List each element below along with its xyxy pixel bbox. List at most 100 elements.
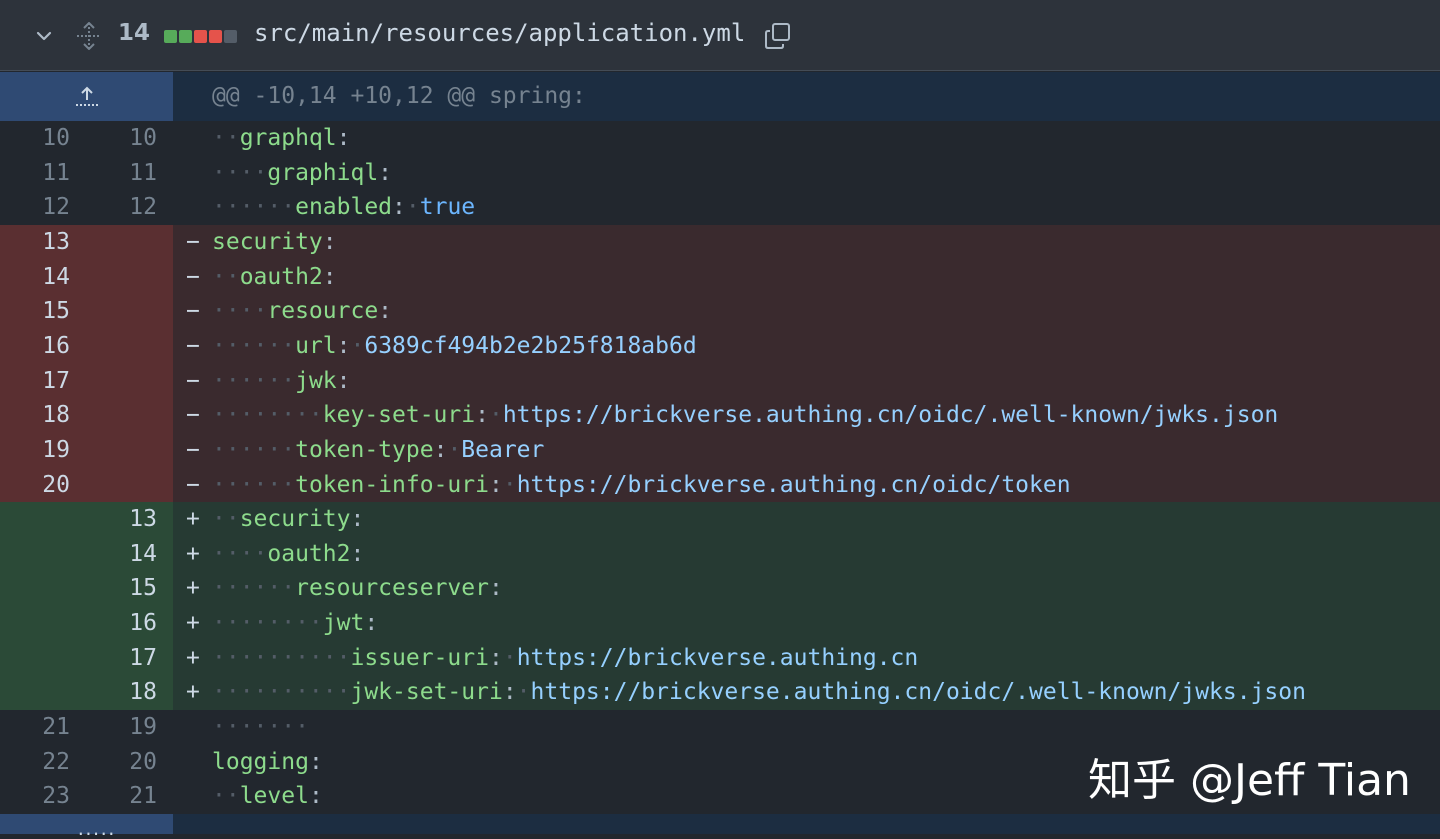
old-line-number[interactable] (0, 537, 70, 572)
new-line-number[interactable]: 11 (87, 156, 157, 191)
yaml-value: Bearer (461, 436, 545, 463)
indent-whitespace: ······ (212, 367, 296, 394)
added-line: 17 + ··········issuer-uri:·https://brickve… (0, 640, 1440, 676)
yaml-value: true (419, 194, 476, 221)
new-line-number[interactable]: 13 (87, 502, 157, 537)
deleted-line: 16 − ······url:·6389cf494b2e2b25f818ab6d (0, 328, 1440, 364)
code-text: ··security: (212, 502, 364, 537)
old-line-number[interactable]: 23 (0, 779, 70, 814)
hunk-header: @@ -10,14 +10,12 @@ spring: (0, 72, 1440, 121)
yaml-key: graphql (239, 125, 337, 151)
whitespace: · (516, 679, 531, 706)
whitespace: · (488, 402, 503, 429)
old-line-number[interactable]: 16 (0, 329, 70, 364)
yaml-colon: : (392, 194, 406, 221)
new-line-number[interactable] (87, 329, 157, 364)
code-text: ········jwt: (212, 606, 378, 641)
yaml-key: jwk (295, 367, 337, 394)
new-line-number[interactable]: 20 (87, 745, 157, 780)
old-line-number[interactable]: 13 (0, 225, 70, 260)
new-line-number[interactable]: 21 (87, 779, 157, 814)
old-line-number[interactable] (0, 641, 70, 676)
expand-up-gutter[interactable] (0, 72, 173, 121)
yaml-key: resource (267, 298, 379, 325)
old-line-number[interactable]: 19 (0, 433, 70, 468)
diff-marker: + (186, 575, 200, 602)
new-line-number[interactable]: 12 (87, 190, 157, 225)
new-line-number[interactable]: 18 (87, 675, 157, 710)
new-line-number[interactable]: 10 (87, 121, 157, 156)
indent-whitespace: ·· (212, 125, 240, 151)
yaml-key: url (295, 332, 337, 359)
new-line-number[interactable]: 17 (87, 641, 157, 676)
old-line-number[interactable]: 17 (0, 364, 70, 399)
hunk-header-text: @@ -10,14 +10,12 @@ spring: (212, 83, 586, 109)
new-line-number[interactable]: 19 (87, 710, 157, 745)
new-line-number[interactable] (87, 468, 157, 503)
deleted-line: 19 − ······token-type:·Bearer (0, 432, 1440, 468)
old-line-number[interactable]: 15 (0, 294, 70, 329)
yaml-colon: : (308, 783, 323, 810)
deleted-line: 17 − ······jwk: (0, 363, 1440, 399)
yaml-value: https://brickverse.authing.cn/oidc/.well… (530, 679, 1306, 706)
code-text: ······resourceserver: (212, 571, 503, 606)
yaml-colon: : (378, 298, 393, 325)
diffstat-block (194, 30, 207, 43)
diff-marker: − (186, 367, 200, 394)
old-line-number[interactable] (0, 675, 70, 710)
old-line-number[interactable]: 22 (0, 745, 70, 780)
old-line-number[interactable] (0, 606, 70, 641)
old-line-number[interactable]: 18 (0, 398, 70, 433)
new-line-number[interactable] (87, 260, 157, 295)
old-line-number[interactable]: 14 (0, 260, 70, 295)
indent-whitespace: ······ (212, 575, 296, 602)
yaml-colon: : (350, 506, 365, 533)
yaml-key: security (239, 506, 351, 533)
deleted-line: 15 − ····resource: (0, 294, 1440, 330)
new-line-number[interactable] (87, 364, 157, 399)
yaml-colon: : (378, 159, 393, 186)
indent-whitespace: ······ (212, 436, 296, 463)
new-line-number[interactable]: 16 (87, 606, 157, 641)
indent-whitespace: ·· (212, 506, 240, 533)
expand-up-icon[interactable] (74, 84, 100, 110)
diffstat-block (179, 30, 192, 43)
file-path[interactable]: src/main/resources/application.yml (254, 19, 745, 47)
old-line-number[interactable]: 12 (0, 190, 70, 225)
yaml-colon: : (433, 436, 448, 463)
chevron-down-icon[interactable] (34, 26, 54, 46)
added-line: 18 + ··········jwk-set-uri:·https://brickv… (0, 675, 1440, 711)
new-line-number[interactable] (87, 433, 157, 468)
expand-all-icon[interactable] (76, 22, 102, 50)
copy-icon[interactable] (764, 22, 792, 50)
new-line-number[interactable] (87, 398, 157, 433)
yaml-key: level (239, 783, 309, 810)
watermark: 知乎 @Jeff Tian (1088, 755, 1411, 806)
code-text: ······enabled:·true (212, 190, 475, 225)
expand-down-dots: ..... (76, 820, 116, 839)
code-text: ······token-type:·Bearer (212, 433, 544, 468)
yaml-key: enabled (295, 194, 393, 221)
old-line-number[interactable]: 10 (0, 121, 70, 156)
diff-marker: − (186, 436, 200, 463)
old-line-number[interactable] (0, 571, 70, 606)
context-line: 11 11 ····graphiql: (0, 155, 1440, 191)
yaml-value: 6389cf494b2e2b25f818ab6d (364, 332, 697, 359)
new-line-number[interactable] (87, 225, 157, 260)
yaml-key: jwt (322, 610, 365, 637)
old-line-number[interactable]: 11 (0, 156, 70, 191)
new-line-number[interactable] (87, 294, 157, 329)
code-text: ······token-info-uri:·https://brickverse… (212, 468, 1071, 503)
code-text: ········key-set-uri:·https://brickverse.… (212, 398, 1278, 433)
yaml-key: token-info-uri (295, 471, 489, 498)
indent-whitespace: ······ (212, 471, 296, 498)
old-line-number[interactable] (0, 502, 70, 537)
deleted-line: 14 − ··oauth2: (0, 259, 1440, 295)
new-line-number[interactable]: 14 (87, 537, 157, 572)
code-text: ····oauth2: (212, 537, 364, 572)
expand-down-gutter[interactable]: ..... (0, 814, 173, 839)
indent-whitespace: ·········· (212, 644, 351, 671)
old-line-number[interactable]: 21 (0, 710, 70, 745)
old-line-number[interactable]: 20 (0, 468, 70, 503)
new-line-number[interactable]: 15 (87, 571, 157, 606)
